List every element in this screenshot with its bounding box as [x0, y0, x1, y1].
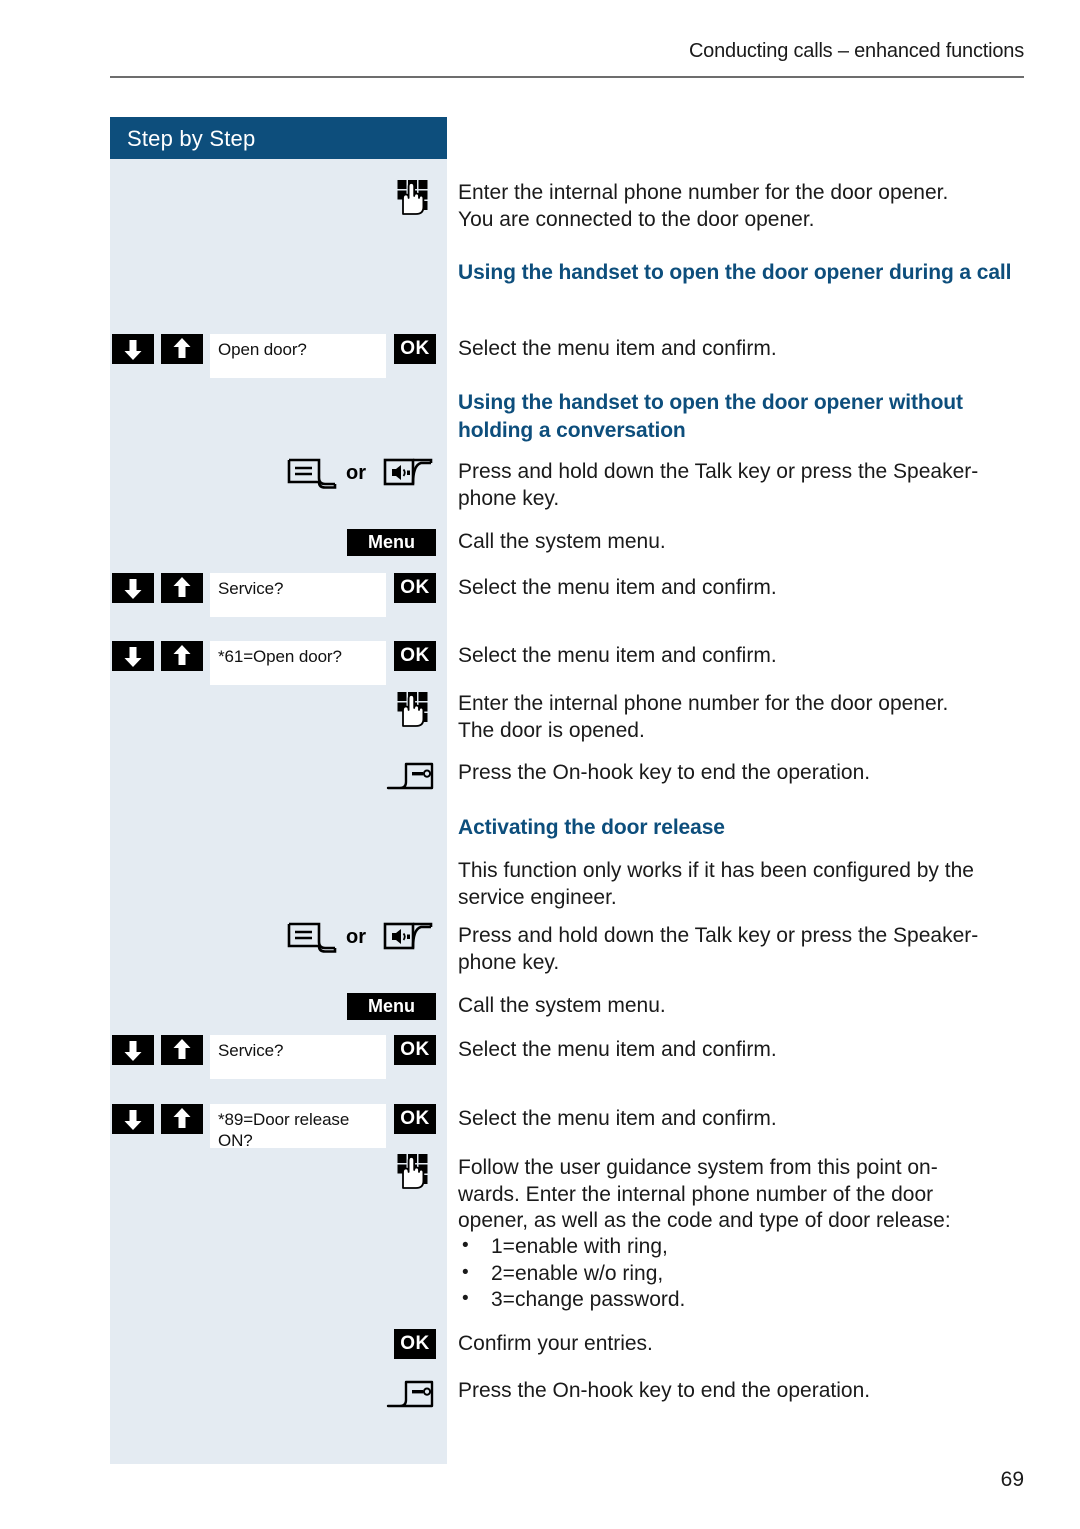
- menu-button-1[interactable]: Menu: [347, 529, 436, 556]
- keypad-icon: [394, 178, 434, 218]
- display-field-line-2: ON?: [218, 1131, 253, 1150]
- step-16-text: Press the On-hook key to end the operati…: [458, 1379, 871, 1402]
- step-10-line-1: Press and hold down the Talk key or pres…: [458, 924, 979, 947]
- page-number: 69: [1000, 1468, 1024, 1491]
- step-1-line-2: You are connected to the door opener.: [458, 207, 815, 231]
- arrow-down-icon[interactable]: [112, 641, 154, 671]
- step-7-line-1: Enter the internal phone number for the …: [458, 692, 949, 715]
- step-14-text: Follow the user guidance system from thi…: [458, 1155, 1028, 1235]
- display-field-service-2: Service?: [210, 1035, 386, 1079]
- step-9-text: This function only works if it has been …: [458, 858, 1028, 911]
- step-14-line-3: opener, as well as the code and type of …: [458, 1209, 951, 1232]
- menu-button-2[interactable]: Menu: [347, 993, 436, 1020]
- arrow-up-icon[interactable]: [161, 573, 203, 603]
- display-field-open-door: Open door?: [210, 334, 386, 378]
- step-9-line-1: This function only works if it has been …: [458, 859, 974, 882]
- ok-button[interactable]: OK: [394, 334, 436, 364]
- list-item: 2=enable w/o ring,: [458, 1260, 1028, 1288]
- arrow-up-icon[interactable]: [161, 1104, 203, 1134]
- ok-button[interactable]: OK: [394, 1035, 436, 1065]
- step-12-text: Select the menu item and confirm.: [458, 1038, 777, 1061]
- step-13-text: Select the menu item and confirm.: [458, 1107, 777, 1130]
- talk-key-icon[interactable]: [286, 457, 338, 493]
- keypad-icon: [394, 690, 434, 730]
- step-5-text: Select the menu item and confirm.: [458, 576, 777, 599]
- arrow-up-icon[interactable]: [161, 334, 203, 364]
- list-item: 1=enable with ring,: [458, 1233, 1028, 1261]
- keypad-icon: [394, 1152, 434, 1192]
- step-3-line-2: phone key.: [458, 486, 560, 510]
- talk-key-icon[interactable]: [286, 921, 338, 957]
- section-heading-2: Using the handset to open the door opene…: [458, 391, 963, 442]
- step-9-line-2: service engineer.: [458, 885, 617, 909]
- step-11-text: Call the system menu.: [458, 994, 666, 1017]
- arrow-up-icon[interactable]: [161, 1035, 203, 1065]
- step-3-text: Press and hold down the Talk key or pres…: [458, 459, 1028, 512]
- on-hook-key-icon[interactable]: [386, 1376, 436, 1410]
- step-8-text: Press the On-hook key to end the operati…: [458, 761, 871, 784]
- step-7-line-2: The door is opened.: [458, 718, 645, 742]
- step-1-line-1: Enter the internal phone number for the …: [458, 181, 949, 204]
- step-14-line-2: wards. Enter the internal phone number o…: [458, 1182, 934, 1206]
- step-1-text: Enter the internal phone number for the …: [458, 180, 1028, 233]
- arrow-down-icon[interactable]: [112, 1104, 154, 1134]
- ok-button[interactable]: OK: [394, 641, 436, 671]
- or-label-1: or: [346, 462, 366, 484]
- step-10-line-2: phone key.: [458, 950, 560, 974]
- step-10-text: Press and hold down the Talk key or pres…: [458, 923, 1028, 976]
- speakerphone-key-icon[interactable]: [382, 921, 434, 957]
- display-field-door-release: *89=Door release ON?: [210, 1104, 386, 1150]
- step-2-text: Select the menu item and confirm.: [458, 337, 777, 360]
- display-field-text: Open door?: [218, 340, 307, 359]
- arrow-up-icon[interactable]: [161, 641, 203, 671]
- step-14-line-1: Follow the user guidance system from thi…: [458, 1156, 938, 1179]
- display-field-text: *61=Open door?: [218, 647, 342, 666]
- arrow-down-icon[interactable]: [112, 573, 154, 603]
- step-6-text: Select the menu item and confirm.: [458, 644, 777, 667]
- speakerphone-key-icon[interactable]: [382, 457, 434, 493]
- step-4-text: Call the system menu.: [458, 530, 666, 553]
- arrow-down-icon[interactable]: [112, 1035, 154, 1065]
- step-3-line-1: Press and hold down the Talk key or pres…: [458, 460, 979, 483]
- ok-button[interactable]: OK: [394, 1329, 436, 1359]
- step-by-step-header: Step by Step: [110, 117, 447, 159]
- header-rule: [110, 76, 1024, 78]
- ok-button[interactable]: OK: [394, 573, 436, 603]
- on-hook-key-icon[interactable]: [386, 758, 436, 792]
- arrow-down-icon[interactable]: [112, 334, 154, 364]
- step-7-text: Enter the internal phone number for the …: [458, 691, 1028, 744]
- section-heading-3: Activating the door release: [458, 816, 725, 839]
- display-field-line-1: *89=Door release: [218, 1110, 350, 1129]
- display-field-text: Service?: [218, 579, 284, 598]
- section-heading-1: Using the handset to open the door opene…: [458, 261, 1012, 284]
- step-by-step-title: Step by Step: [127, 126, 256, 151]
- display-field-open-door-code: *61=Open door?: [210, 641, 386, 685]
- display-field-service-1: Service?: [210, 573, 386, 617]
- or-label-2: or: [346, 926, 366, 948]
- list-item: 3=change password.: [458, 1286, 1028, 1314]
- door-release-options-list: 1=enable with ring, 2=enable w/o ring, 3…: [458, 1233, 1028, 1314]
- running-head: Conducting calls – enhanced functions: [688, 40, 1024, 62]
- step-15-text: Confirm your entries.: [458, 1332, 653, 1355]
- ok-button[interactable]: OK: [394, 1104, 436, 1134]
- display-field-text: Service?: [218, 1041, 284, 1060]
